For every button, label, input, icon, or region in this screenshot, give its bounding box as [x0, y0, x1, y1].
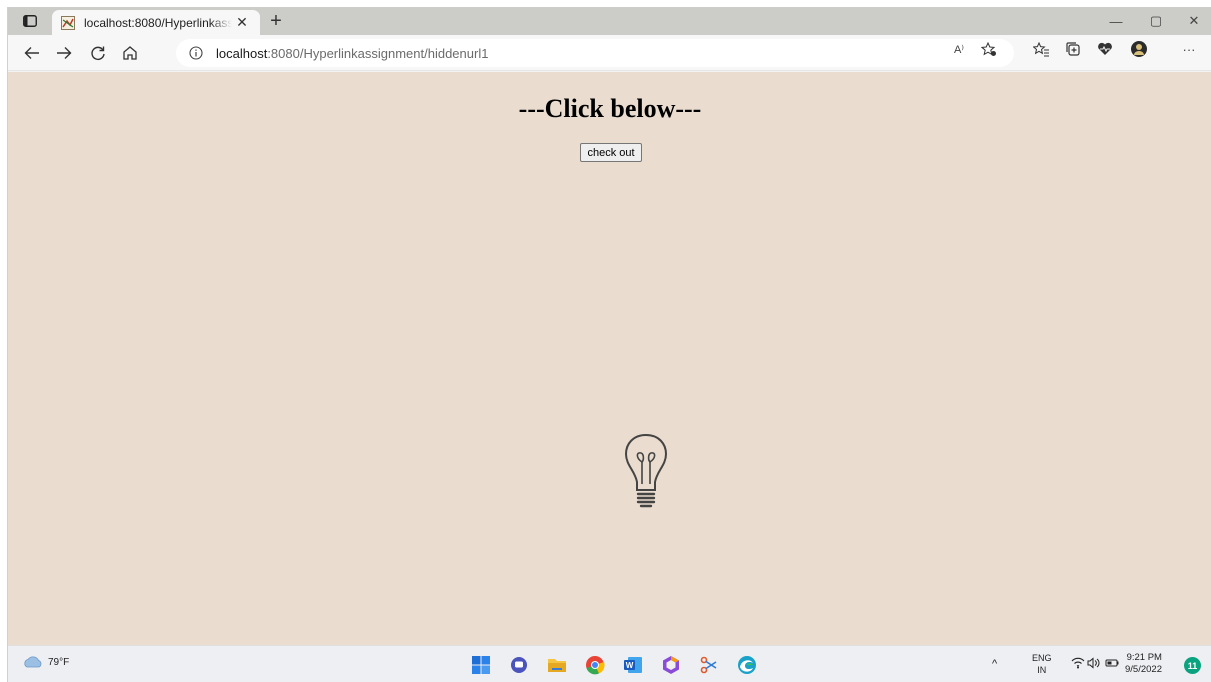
- url-path: :8080/Hyperlinkassignment/hiddenurl1: [267, 45, 489, 61]
- collections-icon[interactable]: [1064, 41, 1082, 57]
- minimize-button[interactable]: —: [1102, 11, 1130, 31]
- tab-close-icon[interactable]: ✕: [234, 14, 250, 30]
- tab-actions-icon[interactable]: [22, 13, 38, 29]
- clock[interactable]: 9:21 PM 9/5/2022: [1125, 652, 1162, 676]
- read-aloud-icon[interactable]: A⁾: [950, 41, 968, 57]
- more-options-icon[interactable]: ···: [1180, 41, 1198, 57]
- site-info-icon[interactable]: [188, 45, 204, 61]
- snipping-tool-icon[interactable]: [698, 654, 720, 676]
- tab-title: localhost:8080/Hyperlinkassignment/hidde…: [84, 15, 232, 30]
- profile-avatar[interactable]: [1128, 41, 1150, 57]
- web-page: ---Click below--- check out: [8, 72, 1211, 645]
- wifi-icon: [1071, 657, 1085, 669]
- language-code: ENG: [1032, 653, 1052, 663]
- favorites-icon[interactable]: [1032, 41, 1050, 57]
- close-window-button[interactable]: ✕: [1180, 11, 1208, 31]
- navigation-bar: localhost:8080/Hyperlinkassignment/hidde…: [8, 35, 1211, 71]
- url-text[interactable]: localhost:8080/Hyperlinkassignment/hidde…: [216, 46, 488, 61]
- file-explorer-icon[interactable]: [546, 654, 568, 676]
- cloud-icon: [24, 656, 42, 668]
- chrome-app-icon[interactable]: [584, 654, 606, 676]
- check-out-button[interactable]: check out: [580, 143, 642, 162]
- system-tray-icons[interactable]: [1070, 656, 1120, 673]
- language-indicator[interactable]: ENG IN: [1032, 652, 1052, 676]
- page-heading: ---Click below---: [518, 94, 702, 123]
- clock-time: 9:21 PM: [1126, 652, 1162, 663]
- clock-date: 9/5/2022: [1125, 664, 1162, 675]
- address-bar[interactable]: localhost:8080/Hyperlinkassignment/hidde…: [176, 39, 1014, 67]
- new-tab-button[interactable]: +: [266, 11, 286, 31]
- health-heart-icon[interactable]: [1096, 41, 1114, 57]
- url-host: localhost: [216, 45, 268, 61]
- home-icon[interactable]: [120, 43, 140, 63]
- notification-badge[interactable]: 11: [1184, 657, 1201, 674]
- refresh-icon[interactable]: [88, 43, 108, 63]
- chat-icon[interactable]: [508, 654, 530, 676]
- app-hexagon-icon[interactable]: [660, 654, 682, 676]
- weather-widget[interactable]: 79°F: [22, 656, 69, 668]
- page-favicon-icon: [60, 15, 76, 30]
- edge-browser-icon[interactable]: [736, 654, 758, 676]
- maximize-button[interactable]: ▢: [1142, 11, 1170, 31]
- start-windows-icon[interactable]: [470, 654, 492, 676]
- browser-tab[interactable]: localhost:8080/Hyperlinkassignment/hidde…: [52, 10, 260, 35]
- volume-icon: [1087, 657, 1100, 669]
- lightbulb-icon: [622, 432, 682, 522]
- svg-text:W: W: [626, 661, 634, 670]
- word-icon[interactable]: W: [622, 654, 644, 676]
- screen: localhost:8080/Hyperlinkassignment/hidde…: [7, 7, 1211, 682]
- add-favorite-icon[interactable]: [980, 41, 998, 57]
- back-arrow-icon[interactable]: [22, 43, 42, 63]
- tab-bar: localhost:8080/Hyperlinkassignment/hidde…: [8, 7, 1211, 35]
- forward-arrow-icon[interactable]: [54, 43, 74, 63]
- weather-temperature: 79°F: [48, 656, 70, 668]
- chevron-up-icon[interactable]: ^: [992, 658, 997, 670]
- taskbar: 79°F W ^ ENG IN 9:21 PM 9/5/2022 11: [8, 645, 1211, 682]
- battery-icon: [1105, 659, 1119, 667]
- region-code: IN: [1037, 665, 1047, 675]
